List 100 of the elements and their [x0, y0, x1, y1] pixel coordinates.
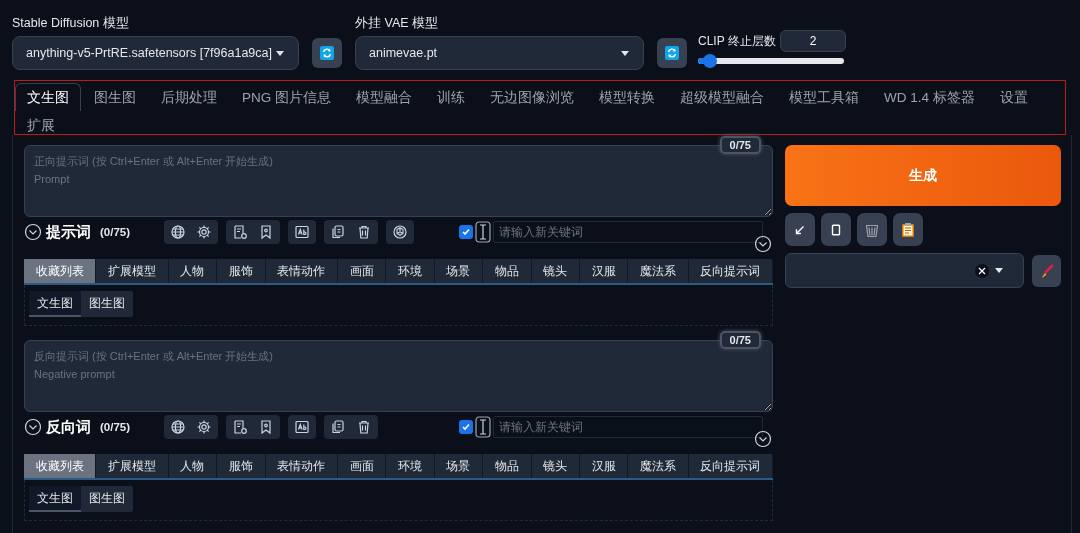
category-tab[interactable]: 收藏列表 — [24, 259, 97, 283]
collapse-icon — [24, 223, 42, 241]
category-tab[interactable]: 收藏列表 — [24, 454, 97, 478]
token-counter: 0/75 — [719, 331, 761, 349]
trash-button[interactable] — [857, 213, 887, 246]
category-tab[interactable]: 环境 — [386, 259, 435, 283]
caret-icon — [995, 268, 1003, 273]
text-cursor-icon — [475, 416, 491, 438]
copy-button[interactable] — [330, 419, 347, 435]
clipboard-button[interactable] — [821, 213, 851, 246]
refresh-icon — [665, 46, 679, 60]
tab[interactable]: 图生图 — [82, 83, 148, 111]
notepad-button[interactable] — [893, 213, 923, 246]
check-icon — [461, 422, 471, 432]
tab[interactable]: WD 1.4 标签器 — [872, 83, 987, 111]
category-tab[interactable]: 汉服 — [579, 454, 629, 478]
category-tab[interactable]: 魔法系 — [628, 259, 689, 283]
tab[interactable]: 超级模型融合 — [668, 83, 776, 111]
copy-icon — [330, 419, 347, 435]
tab[interactable]: PNG 图片信息 — [230, 83, 343, 111]
globe-icon — [170, 224, 187, 240]
notepad-icon — [901, 221, 915, 238]
copy-button[interactable] — [330, 224, 347, 240]
category-tab[interactable]: 环境 — [386, 454, 435, 478]
globe-button[interactable] — [170, 224, 187, 240]
text-button[interactable] — [294, 419, 311, 435]
category-tab[interactable]: 扩展模型 — [96, 259, 169, 283]
arrow-button[interactable] — [785, 213, 815, 246]
tab[interactable]: 模型转换 — [587, 83, 667, 111]
refresh-icon — [320, 46, 334, 60]
token-counter: 0/75 — [719, 136, 761, 154]
sub-tab[interactable]: 文生图 — [29, 291, 81, 317]
sub-tab[interactable]: 文生图 — [29, 486, 81, 512]
collapse-icon — [24, 418, 42, 436]
sub-tab[interactable]: 图生图 — [81, 486, 133, 512]
category-tab[interactable]: 魔法系 — [628, 454, 689, 478]
category-tab[interactable]: 场景 — [434, 454, 484, 478]
knot-icon — [392, 224, 409, 240]
tab[interactable]: 文生图 — [15, 83, 81, 111]
document-button[interactable] — [232, 419, 249, 435]
document-icon — [232, 419, 249, 435]
gear-button[interactable] — [196, 419, 213, 435]
tab[interactable]: 设置 — [987, 83, 1040, 111]
expand-icon — [754, 235, 772, 253]
keyword-field[interactable]: 请输入新关键词 — [493, 221, 763, 243]
refresh-button[interactable] — [657, 38, 687, 68]
brush-button[interactable] — [1032, 254, 1061, 287]
clear-button[interactable] — [975, 263, 989, 278]
category-tab[interactable]: 反向提示词 — [688, 259, 774, 283]
model-dropdown[interactable]: anything-v5-PrtRE.safetensors [7f96a1a9ca] — [12, 36, 299, 70]
category-tab[interactable]: 物品 — [483, 259, 532, 283]
document-icon — [232, 224, 249, 240]
gear-icon — [196, 419, 213, 435]
category-tab[interactable]: 画面 — [337, 454, 387, 478]
category-tab[interactable]: 反向提示词 — [688, 454, 774, 478]
field-label: 外挂 VAE 模型 — [355, 15, 440, 32]
document-button[interactable] — [232, 224, 249, 240]
category-tab[interactable]: 表情动作 — [265, 259, 338, 283]
expand-icon — [754, 430, 772, 448]
check-icon — [461, 227, 471, 237]
number-field[interactable]: 2 — [780, 30, 846, 52]
checkbox[interactable] — [459, 225, 473, 239]
caret-icon — [276, 50, 284, 56]
category-tab[interactable]: 服饰 — [217, 259, 266, 283]
globe-button[interactable] — [170, 419, 187, 435]
tab[interactable]: 模型融合 — [344, 83, 424, 111]
copy-icon — [330, 224, 347, 240]
checkbox[interactable] — [459, 420, 473, 434]
category-tab[interactable]: 画面 — [337, 259, 387, 283]
prompt-count: (0/75) — [100, 226, 131, 238]
model-dropdown[interactable]: animevae.pt — [355, 36, 644, 70]
category-tab[interactable]: 服饰 — [217, 454, 266, 478]
text-button[interactable] — [294, 224, 311, 240]
prompt-title: 反向词 — [46, 417, 91, 437]
category-tab[interactable]: 场景 — [434, 259, 484, 283]
text-icon — [294, 419, 311, 435]
tab[interactable]: 无边图像浏览 — [478, 83, 586, 111]
gear-button[interactable] — [196, 224, 213, 240]
refresh-button[interactable] — [312, 38, 342, 68]
category-tab[interactable]: 人物 — [168, 259, 218, 283]
caret-icon — [621, 50, 629, 56]
category-tab[interactable]: 汉服 — [579, 259, 629, 283]
keyword-field[interactable]: 请输入新关键词 — [493, 416, 763, 438]
tab[interactable]: 训练 — [425, 83, 477, 111]
gear-icon — [196, 224, 213, 240]
sub-tab[interactable]: 图生图 — [81, 291, 133, 317]
category-tab[interactable]: 人物 — [168, 454, 218, 478]
category-tab[interactable]: 镜头 — [531, 454, 580, 478]
knot-button[interactable] — [392, 224, 409, 240]
category-tab[interactable]: 扩展模型 — [96, 454, 169, 478]
category-tab[interactable]: 物品 — [483, 454, 532, 478]
field-label: Stable Diffusion 模型 — [12, 15, 130, 32]
tab[interactable]: 后期处理 — [149, 83, 229, 111]
globe-icon — [170, 419, 187, 435]
slider-thumb[interactable] — [702, 54, 717, 68]
category-tab[interactable]: 镜头 — [531, 259, 580, 283]
category-tab[interactable]: 表情动作 — [265, 454, 338, 478]
tab[interactable]: 模型工具箱 — [777, 83, 871, 111]
square-icon — [829, 222, 843, 237]
tab[interactable]: 扩展 — [15, 111, 67, 139]
